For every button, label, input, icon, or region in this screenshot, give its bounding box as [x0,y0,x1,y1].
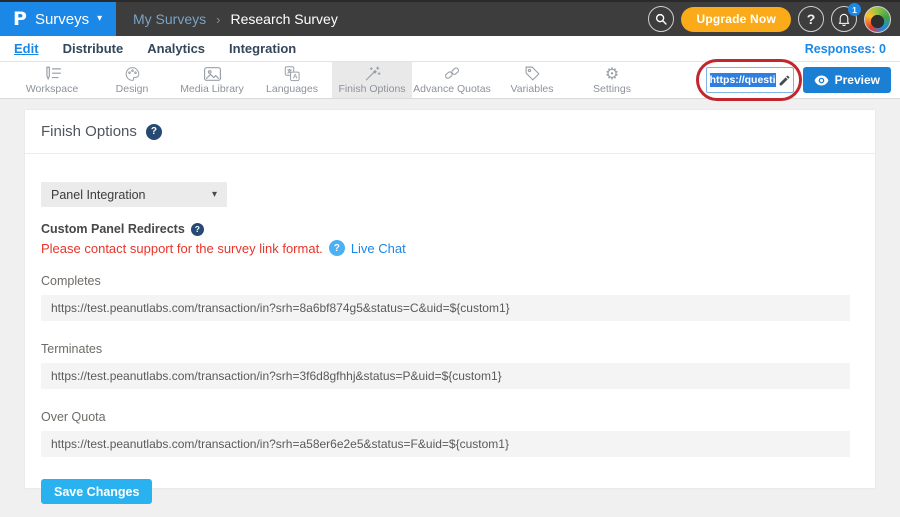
terminates-url-field[interactable]: https://test.peanutlabs.com/transaction/… [41,363,850,389]
over-quota-url-value: https://test.peanutlabs.com/transaction/… [51,437,509,451]
chevron-down-icon: ▾ [212,189,217,200]
survey-url-input[interactable]: https://questionpro.com/t/A [706,67,794,93]
product-switcher[interactable]: P Surveys ▾ [0,2,116,36]
languages-icon: A [283,65,301,82]
avatar[interactable] [864,6,891,33]
settings-icon: ⚙ [605,65,619,82]
completes-field-group: Completes https://test.peanutlabs.com/tr… [41,274,850,321]
over-quota-url-field[interactable]: https://test.peanutlabs.com/transaction/… [41,431,850,457]
responses-count[interactable]: Responses: 0 [805,42,886,56]
tab-distribute[interactable]: Distribute [63,41,124,56]
notifications-button[interactable]: 1 [831,6,857,32]
search-icon [654,12,668,26]
save-changes-button[interactable]: Save Changes [41,479,152,504]
top-header: P Surveys ▾ My Surveys › Research Survey… [0,0,900,36]
design-icon [124,65,141,82]
live-chat-link[interactable]: Live Chat [351,241,406,256]
toolbar-item-languages[interactable]: A Languages [252,62,332,98]
questionpro-logo-icon: P [13,8,27,30]
advance-quotas-icon [443,65,461,82]
product-name: Surveys [35,11,89,28]
finish-option-type-dropdown[interactable]: Panel Integration ▾ [41,182,227,207]
toolbar-item-settings[interactable]: ⚙ Settings [572,62,652,98]
finish-options-icon [363,65,381,82]
toolbar-item-variables[interactable]: Variables [492,62,572,98]
variables-icon [524,65,541,82]
finish-options-help-icon[interactable]: ? [146,124,162,140]
finish-options-panel: Finish Options ? Panel Integration ▾ Cus… [25,110,875,488]
breadcrumb-separator-icon: › [216,12,220,27]
toolbar-item-advance-quotas[interactable]: Advance Quotas [412,62,492,98]
over-quota-label: Over Quota [41,410,850,424]
question-mark-icon: ? [807,11,816,27]
completes-label: Completes [41,274,850,288]
survey-url-selected-text: https://questionpro.com/t/A [710,73,776,87]
over-quota-field-group: Over Quota https://test.peanutlabs.com/t… [41,410,850,457]
toolbar-item-finish-options[interactable]: Finish Options [332,62,412,98]
bell-icon [837,12,851,26]
toolbar-label: Workspace [26,83,78,95]
terminates-label: Terminates [41,342,850,356]
breadcrumb-current-survey: Research Survey [230,11,337,27]
toolbar-label: Media Library [180,83,244,95]
preview-button[interactable]: Preview [803,67,891,93]
terminates-field-group: Terminates https://test.peanutlabs.com/t… [41,342,850,389]
custom-panel-redirects-header: Custom Panel Redirects ? [41,222,850,236]
help-button[interactable]: ? [798,6,824,32]
chevron-down-icon: ▾ [97,14,102,24]
completes-url-value: https://test.peanutlabs.com/transaction/… [51,301,510,315]
survey-nav: Edit Distribute Analytics Integration Re… [0,36,900,62]
header-actions: Upgrade Now ? 1 [648,2,900,36]
support-note-row: Please contact support for the survey li… [41,240,850,256]
tab-analytics[interactable]: Analytics [147,41,205,56]
breadcrumb-my-surveys[interactable]: My Surveys [133,11,206,27]
edit-toolbar: Workspace Design Media Library A Languag… [0,62,900,99]
page-title: Finish Options [41,123,137,140]
toolbar-item-design[interactable]: Design [92,62,172,98]
eye-icon [814,75,829,86]
toolbar-item-media-library[interactable]: Media Library [172,62,252,98]
preview-label: Preview [835,73,880,87]
workspace-icon [43,65,62,82]
live-chat-help-icon[interactable]: ? [329,240,345,256]
completes-url-field[interactable]: https://test.peanutlabs.com/transaction/… [41,295,850,321]
terminates-url-value: https://test.peanutlabs.com/transaction/… [51,369,502,383]
custom-panel-redirects-help-icon[interactable]: ? [191,223,204,236]
section-title: Custom Panel Redirects [41,222,185,236]
upgrade-now-button[interactable]: Upgrade Now [681,7,791,32]
toolbar-label: Advance Quotas [413,83,491,95]
tab-integration[interactable]: Integration [229,41,296,56]
toolbar-label: Languages [266,83,318,95]
notification-count-badge: 1 [848,3,861,16]
toolbar-label: Settings [593,83,631,95]
toolbar-label: Finish Options [338,83,405,95]
survey-url-cluster: https://questionpro.com/t/A Preview [706,62,900,98]
breadcrumb: My Surveys › Research Survey [133,2,338,36]
search-button[interactable] [648,6,674,32]
toolbar-label: Variables [511,83,554,95]
tab-edit[interactable]: Edit [14,41,39,56]
edit-url-pencil-icon[interactable] [778,74,791,87]
panel-header: Finish Options ? [25,110,875,154]
panel-body: Panel Integration ▾ Custom Panel Redirec… [25,154,875,504]
toolbar-label: Design [116,83,149,95]
svg-text:A: A [293,74,298,81]
media-library-icon [203,65,222,82]
dropdown-selected-value: Panel Integration [51,188,146,202]
support-note-text: Please contact support for the survey li… [41,241,323,256]
toolbar-item-workspace[interactable]: Workspace [12,62,92,98]
